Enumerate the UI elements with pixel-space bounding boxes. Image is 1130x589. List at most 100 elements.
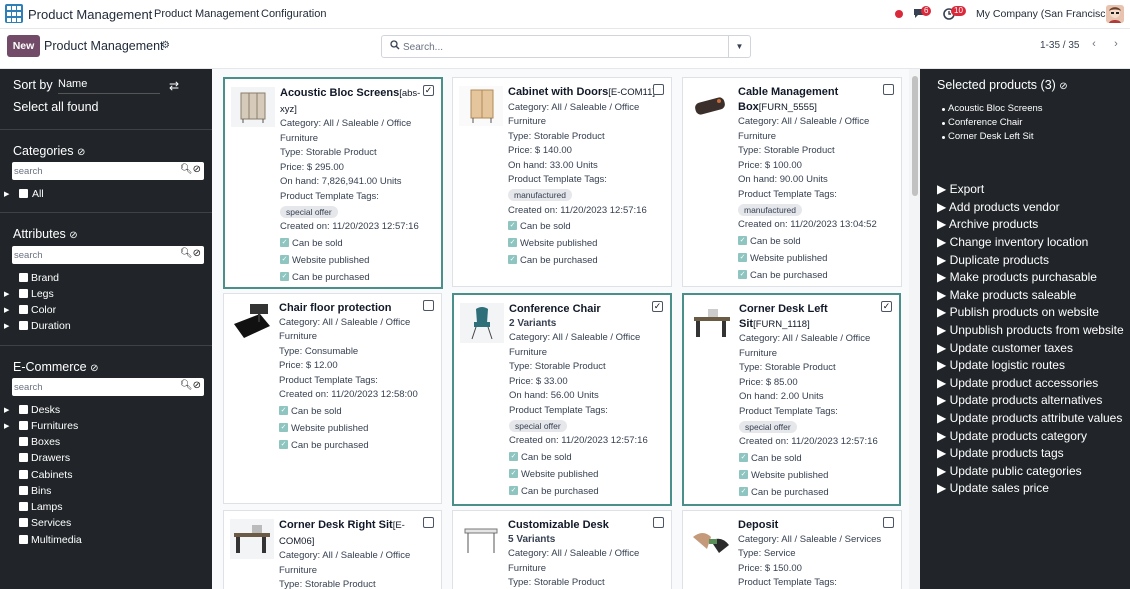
sort-direction-icon[interactable]: ⇄ bbox=[169, 79, 179, 93]
card-select-checkbox[interactable] bbox=[423, 300, 434, 311]
ecommerce-item-furnitures[interactable]: Furnitures bbox=[31, 420, 78, 432]
category-item-all[interactable]: All bbox=[32, 188, 44, 200]
ecommerce-item-cabinets[interactable]: Cabinets bbox=[31, 469, 72, 481]
checkbox[interactable] bbox=[19, 273, 28, 282]
expand-icon[interactable]: ▶ bbox=[4, 422, 9, 430]
categories-clear-icon[interactable]: ⊘ bbox=[77, 147, 85, 158]
card-select-checkbox[interactable]: ✓ bbox=[881, 301, 892, 312]
checkbox[interactable] bbox=[19, 405, 28, 414]
product-card[interactable]: Customizable Desk 5 Variants Category: A… bbox=[452, 510, 672, 589]
company-switcher[interactable]: My Company (San Francisco) bbox=[976, 8, 1115, 20]
new-button[interactable]: New bbox=[7, 35, 40, 57]
product-card[interactable]: Corner Desk Left Sit[FURN_1118] Category… bbox=[682, 293, 901, 506]
product-card[interactable]: Cabinet with Doors[E-COM11] Category: Al… bbox=[452, 77, 672, 287]
action-update-products-alternatives[interactable]: ▶ Update products alternatives bbox=[937, 393, 1102, 407]
checkbox[interactable] bbox=[19, 470, 28, 479]
attribute-item-duration[interactable]: Duration bbox=[31, 320, 71, 332]
product-card[interactable]: Cable Management Box[FURN_5555] Category… bbox=[682, 77, 902, 287]
pager-next-button[interactable]: › bbox=[1106, 36, 1126, 54]
scrollbar-thumb[interactable] bbox=[912, 76, 918, 196]
card-select-checkbox[interactable] bbox=[653, 517, 664, 528]
ecommerce-item-bins[interactable]: Bins bbox=[31, 485, 51, 497]
checkbox[interactable] bbox=[19, 535, 28, 544]
card-select-checkbox[interactable]: ✓ bbox=[652, 301, 663, 312]
gear-icon[interactable]: ⚙ bbox=[161, 40, 170, 51]
card-select-checkbox[interactable] bbox=[653, 84, 664, 95]
expand-icon[interactable]: ▶ bbox=[4, 406, 9, 414]
menu-configuration[interactable]: Configuration bbox=[261, 8, 326, 20]
pager-previous-button[interactable]: ‹ bbox=[1084, 36, 1104, 54]
action-add-products-vendor[interactable]: ▶ Add products vendor bbox=[937, 200, 1060, 214]
ecommerce-item-desks[interactable]: Desks bbox=[31, 404, 60, 416]
action-archive-products[interactable]: ▶ Archive products bbox=[937, 217, 1038, 231]
ecommerce-clear-icon[interactable]: ⊘ bbox=[90, 363, 98, 374]
checkbox[interactable] bbox=[19, 437, 28, 446]
action-make-products-saleable[interactable]: ▶ Make products saleable bbox=[937, 288, 1076, 302]
attribute-item-legs[interactable]: Legs bbox=[31, 288, 54, 300]
card-select-checkbox[interactable]: ✓ bbox=[423, 85, 434, 96]
app-grid-icon[interactable] bbox=[5, 4, 23, 23]
checkbox[interactable] bbox=[19, 289, 28, 298]
attributes-search[interactable]: search 🔍︎⊘ bbox=[12, 246, 204, 264]
product-card[interactable]: Chair floor protection Category: All / S… bbox=[223, 293, 442, 504]
action-make-products-purchasable[interactable]: ▶ Make products purchasable bbox=[937, 270, 1097, 284]
product-card[interactable]: Acoustic Bloc Screens[abs-xyz] Category:… bbox=[223, 77, 443, 289]
action-update-attribute-values[interactable]: ▶ Update products attribute values bbox=[937, 411, 1122, 425]
action-export[interactable]: ▶ Export bbox=[937, 182, 984, 196]
checkbox[interactable] bbox=[19, 453, 28, 462]
search-icon[interactable]: 🔍︎⊘ bbox=[180, 380, 201, 391]
action-update-products-category[interactable]: ▶ Update products category bbox=[937, 429, 1087, 443]
product-card[interactable]: Conference Chair 2 Variants Category: Al… bbox=[452, 293, 672, 506]
expand-icon[interactable]: ▶ bbox=[4, 290, 9, 298]
checkbox[interactable] bbox=[19, 421, 28, 430]
ecommerce-item-boxes[interactable]: Boxes bbox=[31, 436, 60, 448]
card-select-checkbox[interactable] bbox=[423, 517, 434, 528]
ecommerce-item-services[interactable]: Services bbox=[31, 517, 71, 529]
search-input[interactable]: Search... bbox=[403, 42, 443, 53]
attributes-clear-icon[interactable]: ⊘ bbox=[69, 230, 77, 241]
action-update-public-categories[interactable]: ▶ Update public categories bbox=[937, 464, 1082, 478]
user-avatar[interactable] bbox=[1106, 5, 1124, 23]
checkbox[interactable] bbox=[19, 502, 28, 511]
action-publish-products[interactable]: ▶ Publish products on website bbox=[937, 305, 1099, 319]
product-card[interactable]: Corner Desk Right Sit[E-COM06] Category:… bbox=[223, 510, 442, 589]
menu-product-management[interactable]: Product Management bbox=[154, 8, 259, 20]
action-update-logistic-routes[interactable]: ▶ Update logistic routes bbox=[937, 358, 1065, 372]
action-update-customer-taxes[interactable]: ▶ Update customer taxes bbox=[937, 341, 1073, 355]
action-change-inventory-location[interactable]: ▶ Change inventory location bbox=[937, 235, 1088, 249]
action-unpublish-products[interactable]: ▶ Unpublish products from website bbox=[937, 323, 1124, 337]
ecommerce-item-drawers[interactable]: Drawers bbox=[31, 452, 70, 464]
checkbox[interactable] bbox=[19, 486, 28, 495]
sort-select[interactable]: Name bbox=[58, 78, 160, 94]
search-icon[interactable]: 🔍︎⊘ bbox=[180, 164, 201, 175]
pager-value[interactable]: 1-35 / 35 bbox=[1040, 40, 1079, 51]
search-icon bbox=[390, 40, 400, 53]
action-duplicate-products[interactable]: ▶ Duplicate products bbox=[937, 253, 1049, 267]
app-brand[interactable]: Product Management bbox=[28, 7, 152, 22]
search-options-toggle[interactable]: ▼ bbox=[728, 36, 750, 57]
action-update-product-accessories[interactable]: ▶ Update product accessories bbox=[937, 376, 1098, 390]
attribute-item-color[interactable]: Color bbox=[31, 304, 56, 316]
expand-icon[interactable]: ▶ bbox=[4, 306, 9, 314]
action-update-products-tags[interactable]: ▶ Update products tags bbox=[937, 446, 1064, 460]
select-all-found-button[interactable]: Select all found bbox=[13, 100, 98, 114]
product-card[interactable]: Deposit Category: All / Saleable / Servi… bbox=[682, 510, 902, 589]
expand-icon[interactable]: ▶ bbox=[4, 322, 9, 330]
search-bar[interactable]: Search... ▼ bbox=[381, 35, 751, 58]
categories-search[interactable]: search 🔍︎⊘ bbox=[12, 162, 204, 180]
card-select-checkbox[interactable] bbox=[883, 84, 894, 95]
product-price: Price: $ 85.00 bbox=[739, 376, 798, 388]
action-update-sales-price[interactable]: ▶ Update sales price bbox=[937, 481, 1049, 495]
attribute-item-brand[interactable]: Brand bbox=[31, 272, 59, 284]
expand-icon[interactable]: ▶ bbox=[4, 190, 9, 198]
card-select-checkbox[interactable] bbox=[883, 517, 894, 528]
ecommerce-item-lamps[interactable]: Lamps bbox=[31, 501, 63, 513]
checkbox[interactable] bbox=[19, 189, 28, 198]
checkbox[interactable] bbox=[19, 305, 28, 314]
ecommerce-search[interactable]: search 🔍︎⊘ bbox=[12, 378, 204, 396]
clear-selection-icon[interactable]: ⊘ bbox=[1059, 81, 1067, 92]
checkbox[interactable] bbox=[19, 321, 28, 330]
checkbox[interactable] bbox=[19, 518, 28, 527]
search-icon[interactable]: 🔍︎⊘ bbox=[180, 248, 201, 259]
ecommerce-item-multimedia[interactable]: Multimedia bbox=[31, 534, 82, 546]
